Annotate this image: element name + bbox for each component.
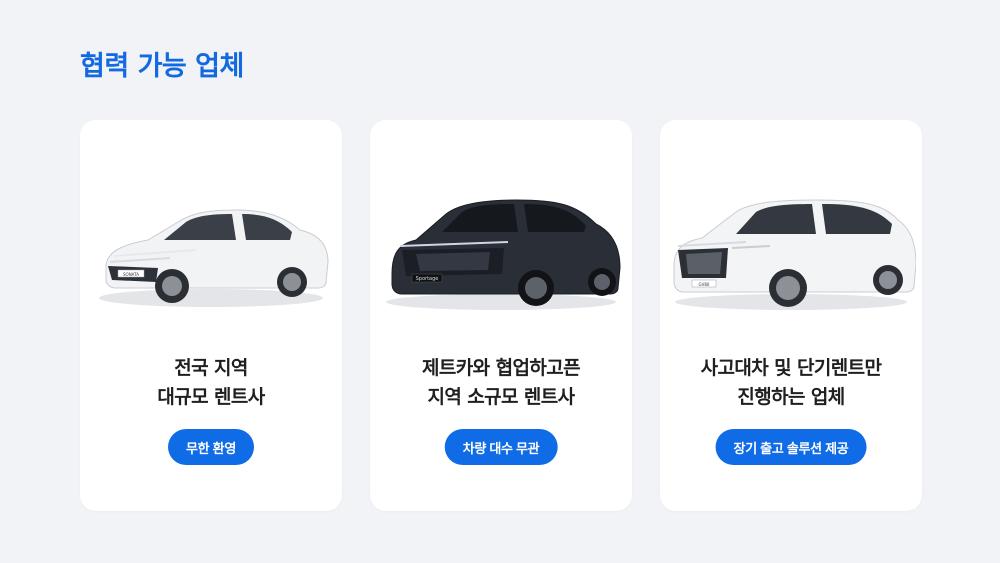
badge-long-term-solution[interactable]: 장기 출고 솔루션 제공 <box>715 429 867 465</box>
partner-card-list: SONATA 전국 지역 대규모 렌트사 무한 환영 Sportage 제트카와… <box>80 120 922 511</box>
plate-text: Sportage <box>416 276 439 282</box>
plate-text: GV80 <box>699 282 710 287</box>
card-title-line2: 진행하는 업체 <box>737 386 845 408</box>
badge-welcome[interactable]: 무한 환영 <box>168 429 254 465</box>
card-title: 전국 지역 대규모 렌트사 <box>80 354 342 412</box>
partner-card-large-rental: SONATA 전국 지역 대규모 렌트사 무한 환영 <box>80 120 342 511</box>
card-title-line2: 대규모 렌트사 <box>157 386 265 408</box>
dark-suv-image: Sportage <box>386 199 621 310</box>
white-large-suv-image: GV80 <box>673 199 916 310</box>
card-title-line1: 제트카와 협업하고픈 <box>422 357 581 379</box>
section-title: 협력 가능 업체 <box>80 51 244 82</box>
card-title: 사고대차 및 단기렌트만 진행하는 업체 <box>660 354 922 412</box>
partner-card-accident-short-term: GV80 사고대차 및 단기렌트만 진행하는 업체 장기 출고 솔루션 제공 <box>660 120 922 511</box>
plate-text: SONATA <box>123 272 139 277</box>
white-sedan-image: SONATA <box>99 209 329 307</box>
page: 협력 가능 업체 SONATA 전국 지역 대규모 렌트사 무한 환영 Spor… <box>0 0 1000 563</box>
card-title-line1: 전국 지역 <box>174 357 248 379</box>
badge-any-fleet-size[interactable]: 차량 대수 무관 <box>444 429 558 465</box>
partner-card-small-rental: Sportage 제트카와 협업하고픈 지역 소규모 렌트사 차량 대수 무관 <box>370 120 632 511</box>
card-title-line2: 지역 소규모 렌트사 <box>427 386 575 408</box>
card-title: 제트카와 협업하고픈 지역 소규모 렌트사 <box>370 354 632 412</box>
card-title-line1: 사고대차 및 단기렌트만 <box>700 357 882 379</box>
